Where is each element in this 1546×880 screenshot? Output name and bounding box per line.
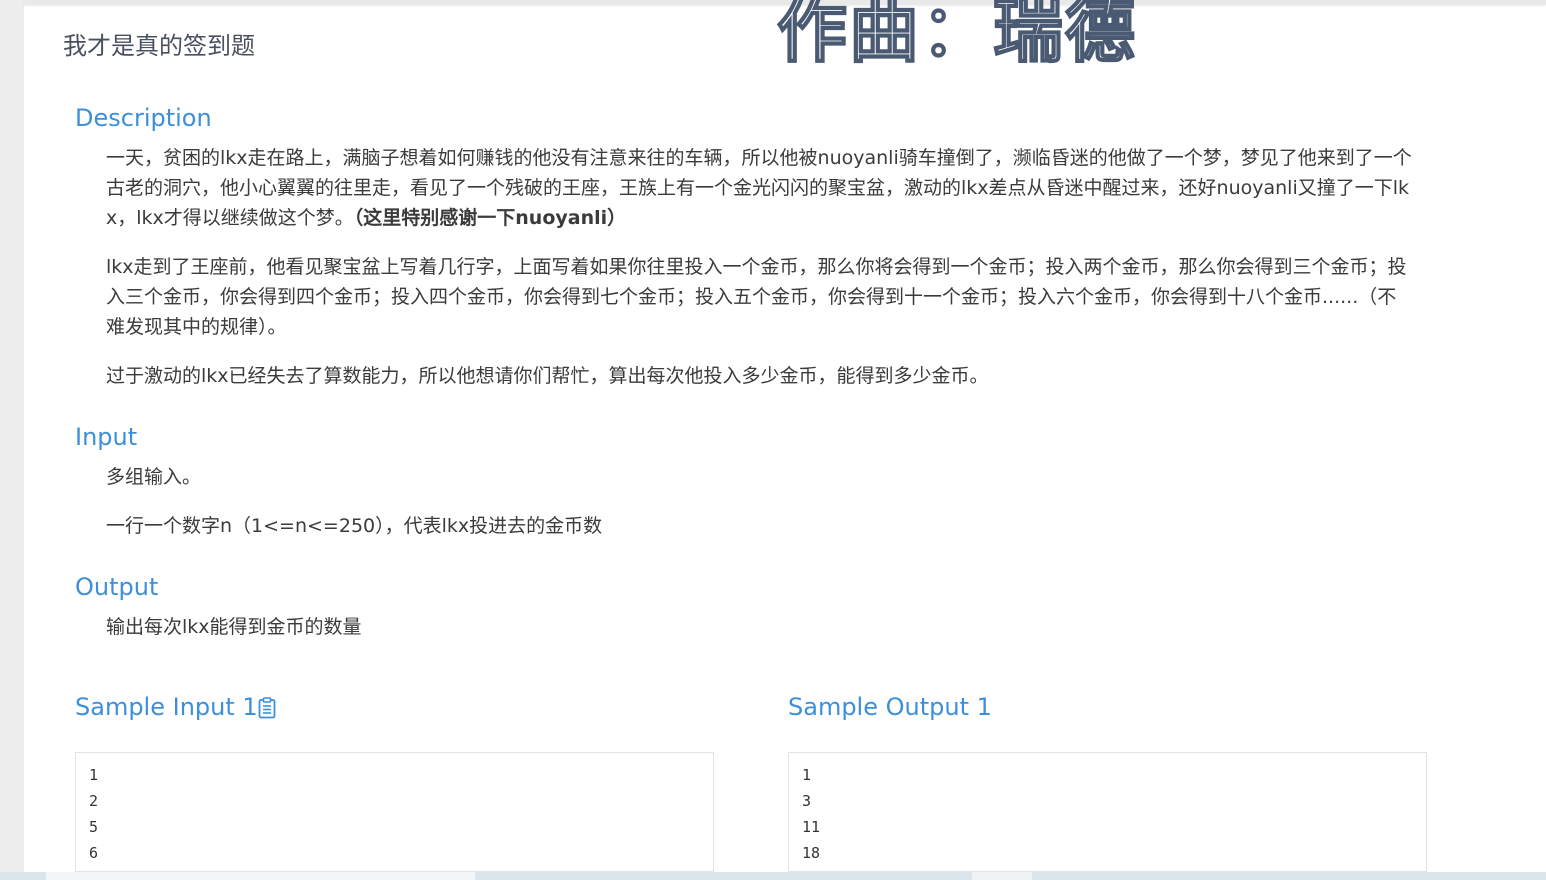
sample-output-line: 1 (802, 766, 812, 784)
description-line: 入三个金币，你会得到四个金币；投入四个金币，你会得到七个金币；投入五个金币，你会… (106, 286, 1397, 308)
description-line: lkx走到了王座前，他看见聚宝盆上写着几行字，上面写着如果你往里投入一个金币，那… (106, 256, 1407, 278)
description-line: 难发现其中的规律）。 (106, 316, 287, 338)
sample-input-line: 5 (89, 818, 99, 836)
sample-output-line: 11 (802, 818, 821, 836)
sample-output-line: 18 (802, 844, 821, 862)
sample-input-box[interactable]: 1 2 5 6 (75, 752, 714, 872)
scrollbar-segment (972, 872, 1032, 880)
sample-output-line: 3 (802, 792, 812, 810)
left-gutter (0, 0, 24, 880)
sample-input-line: 1 (89, 766, 99, 784)
output-paragraph: 输出每次lkx能得到金币的数量 (106, 616, 362, 638)
sample-output-heading: Sample Output 1 (788, 693, 992, 721)
description-paragraph-1: 一天，贫困的lkx走在路上，满脑子想着如何赚钱的他没有注意来往的车辆，所以他被n… (106, 143, 1474, 233)
input-paragraph-2: 一行一个数字n（1<=n<=250），代表lkx投进去的金币数 (106, 515, 603, 537)
scrollbar-thumb[interactable] (46, 872, 475, 880)
description-paragraph-3: 过于激动的lkx已经失去了算数能力，所以他想请你们帮忙，算出每次他投入多少金币，… (106, 365, 989, 387)
horizontal-scrollbar[interactable] (0, 872, 1546, 880)
input-paragraph-1: 多组输入。 (106, 466, 202, 488)
description-line: 古老的洞穴，他小心翼翼的往里走，看见了一个残破的王座，王族上有一个金光闪闪的聚宝… (106, 177, 1410, 199)
description-line: 一天，贫困的lkx走在路上，满脑子想着如何赚钱的他没有注意来往的车辆，所以他被n… (106, 147, 1412, 169)
overlay-caption: 作曲：瑞德 (776, 0, 1137, 73)
problem-title: 我才是真的签到题 (63, 32, 255, 60)
sample-output-box[interactable]: 1 3 11 18 (788, 752, 1427, 872)
description-heading: Description (75, 104, 212, 132)
sample-input-line: 6 (89, 844, 99, 862)
thanks-note: （这里特别感谢一下nuoyanli） (353, 207, 627, 229)
description-line: x，lkx才得以继续做这个梦。（这里特别感谢一下nuoyanli） (106, 203, 1474, 233)
input-heading: Input (75, 423, 138, 451)
sample-input-line: 2 (89, 792, 99, 810)
description-paragraph-2: lkx走到了王座前，他看见聚宝盆上写着几行字，上面写着如果你往里投入一个金币，那… (106, 252, 1474, 342)
clipboard-icon[interactable] (258, 697, 276, 719)
output-heading: Output (75, 573, 159, 601)
sample-input-heading: Sample Input 1 (75, 693, 258, 721)
description-line-text: x，lkx才得以继续做这个梦。 (106, 207, 354, 229)
